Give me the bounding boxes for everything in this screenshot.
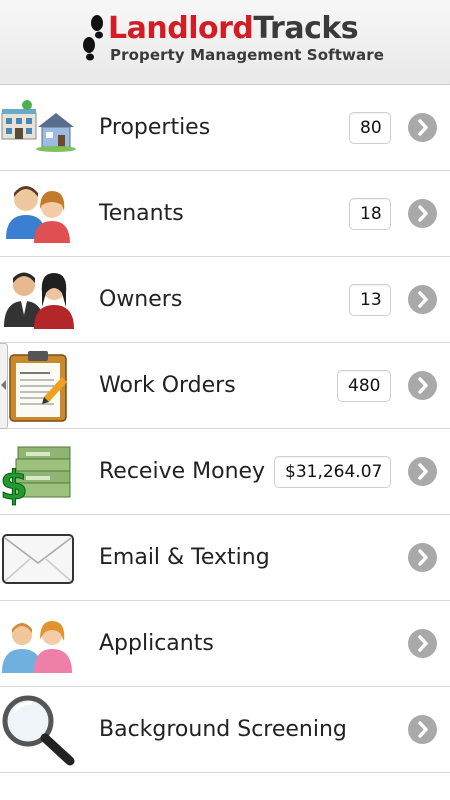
clipboard-icon [9, 351, 67, 422]
buildings-icon [1, 100, 76, 152]
count-badge: 13 [349, 284, 391, 316]
count-badge: 18 [349, 198, 391, 230]
svg-text:$: $ [0, 463, 28, 509]
menu-item-email-texting[interactable]: Email & Texting [0, 515, 450, 601]
menu-item-owners[interactable]: Owners 13 [0, 257, 450, 343]
count-badge: 480 [337, 370, 391, 402]
menu-item-label: Tenants [99, 201, 184, 226]
owners-people-icon [4, 272, 74, 329]
menu-item-label: Applicants [99, 631, 214, 656]
logo-tagline: Property Management Software [110, 46, 384, 64]
menu-item-label: Receive Money [99, 459, 266, 484]
menu-item-label: Owners [99, 287, 183, 312]
menu-item-label: Properties [99, 115, 211, 140]
chevron-right-icon[interactable] [408, 285, 437, 314]
menu-item-properties[interactable]: Properties 80 [0, 85, 450, 171]
menu-item-label: Email & Texting [99, 545, 270, 570]
money-icon: $ [0, 446, 71, 509]
chevron-right-icon[interactable] [408, 199, 437, 228]
landlordtracks-logo: LandlordTracks Property Management Softw… [80, 10, 390, 74]
main-menu: Properties 80 Tenants 18 Owners 13 Work … [0, 85, 450, 773]
tenants-people-icon [6, 186, 70, 243]
side-drawer-handle[interactable] [0, 343, 8, 429]
logo-word-tracks: Tracks [253, 11, 359, 46]
chevron-right-icon[interactable] [408, 543, 437, 572]
logo-wordmark: LandlordTracks [108, 11, 359, 46]
menu-item-label: Background Screening [99, 717, 347, 742]
count-badge: 80 [349, 112, 391, 144]
menu-item-label: Work Orders [99, 373, 236, 398]
menu-item-tenants[interactable]: Tenants 18 [0, 171, 450, 257]
applicants-people-icon [2, 621, 72, 673]
menu-item-receive-money[interactable]: $ Receive Money $31,264.07 [0, 429, 450, 515]
envelope-icon [2, 534, 74, 584]
menu-item-background-screening[interactable]: Background Screening [0, 687, 450, 773]
arrow-left-icon [1, 380, 6, 390]
app-header: LandlordTracks Property Management Softw… [0, 0, 450, 85]
chevron-right-icon[interactable] [408, 629, 437, 658]
footprints-icon [83, 15, 103, 61]
magnifier-icon [2, 695, 75, 766]
logo-word-landlord: Landlord [108, 11, 254, 46]
chevron-right-icon[interactable] [408, 371, 437, 400]
amount-badge: $31,264.07 [274, 456, 391, 488]
chevron-right-icon[interactable] [408, 715, 437, 744]
menu-item-applicants[interactable]: Applicants [0, 601, 450, 687]
chevron-right-icon[interactable] [408, 457, 437, 486]
menu-item-work-orders[interactable]: Work Orders 480 [0, 343, 450, 429]
chevron-right-icon[interactable] [408, 113, 437, 142]
